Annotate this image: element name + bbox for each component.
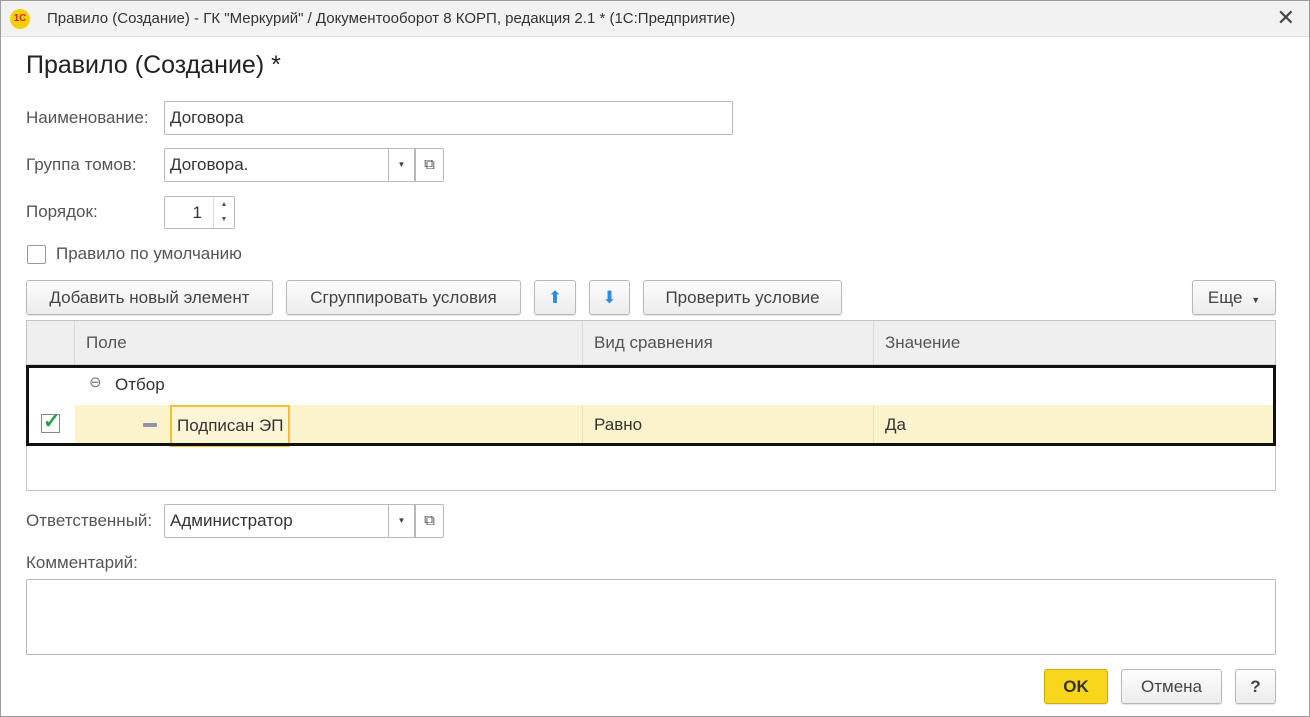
arrow-up-icon: ⬆ xyxy=(547,288,563,307)
help-button[interactable]: ? xyxy=(1235,669,1276,704)
spin-up-icon[interactable]: ▲ xyxy=(214,197,234,212)
comment-field[interactable] xyxy=(26,579,1276,655)
default-rule-checkbox[interactable] xyxy=(27,245,46,264)
responsible-label: Ответственный: xyxy=(26,511,153,530)
chevron-down-icon[interactable]: ▼ xyxy=(388,504,415,538)
default-rule-label: Правило по умолчанию xyxy=(56,244,242,263)
close-icon[interactable]: ✕ xyxy=(1277,6,1295,30)
add-new-element-button[interactable]: Добавить новый элемент xyxy=(26,280,273,315)
conditions-table[interactable]: Поле Вид сравнения Значение ⊖ Отбор ✓ По… xyxy=(26,320,1276,491)
window-title: Правило (Создание) - ГК "Меркурий" / Док… xyxy=(47,10,736,27)
group-label: Группа томов: xyxy=(26,155,137,174)
group-value: Договора. xyxy=(170,155,249,174)
header-field[interactable]: Поле xyxy=(75,321,583,364)
highlight-frame xyxy=(26,365,1276,446)
group-conditions-button[interactable]: Сгруппировать условия xyxy=(286,280,521,315)
header-comparison[interactable]: Вид сравнения xyxy=(583,321,874,364)
page-title: Правило (Создание) * xyxy=(26,51,281,79)
table-header: Поле Вид сравнения Значение xyxy=(27,321,1275,365)
app-logo-icon: 1С xyxy=(10,9,30,29)
order-label: Порядок: xyxy=(26,202,98,221)
order-value: 1 xyxy=(192,203,202,222)
arrow-down-icon: ⬇ xyxy=(602,288,617,307)
more-button[interactable]: Еще ▼ xyxy=(1192,280,1276,315)
group-field[interactable]: Договора. xyxy=(164,148,389,182)
dialog-window: 1С Правило (Создание) - ГК "Меркурий" / … xyxy=(0,0,1310,717)
spin-buttons[interactable]: ▲ ▼ xyxy=(213,197,234,228)
header-check xyxy=(27,321,75,364)
cancel-button[interactable]: Отмена xyxy=(1121,669,1222,704)
title-bar: 1С Правило (Создание) - ГК "Меркурий" / … xyxy=(1,1,1309,37)
comment-label: Комментарий: xyxy=(26,553,138,572)
open-icon[interactable]: ⧉ xyxy=(415,504,444,538)
more-chevron-icon: ▼ xyxy=(1251,295,1261,305)
check-condition-button[interactable]: Проверить условие xyxy=(643,280,842,315)
name-field[interactable]: Договора xyxy=(164,101,733,135)
chevron-down-icon[interactable]: ▼ xyxy=(388,148,415,182)
more-label: Еще xyxy=(1207,288,1243,307)
ok-button[interactable]: OK xyxy=(1044,669,1108,704)
move-down-button[interactable]: ⬇ xyxy=(589,280,630,315)
order-stepper[interactable]: 1 ▲ ▼ xyxy=(164,196,235,229)
responsible-field[interactable]: Администратор xyxy=(164,504,389,538)
name-label: Наименование: xyxy=(26,108,149,127)
name-value: Договора xyxy=(170,108,244,127)
open-icon[interactable]: ⧉ xyxy=(415,148,444,182)
spin-down-icon[interactable]: ▼ xyxy=(214,212,234,227)
move-up-button[interactable]: ⬆ xyxy=(534,280,576,315)
header-value[interactable]: Значение xyxy=(874,321,1275,364)
responsible-value: Администратор xyxy=(170,511,293,530)
